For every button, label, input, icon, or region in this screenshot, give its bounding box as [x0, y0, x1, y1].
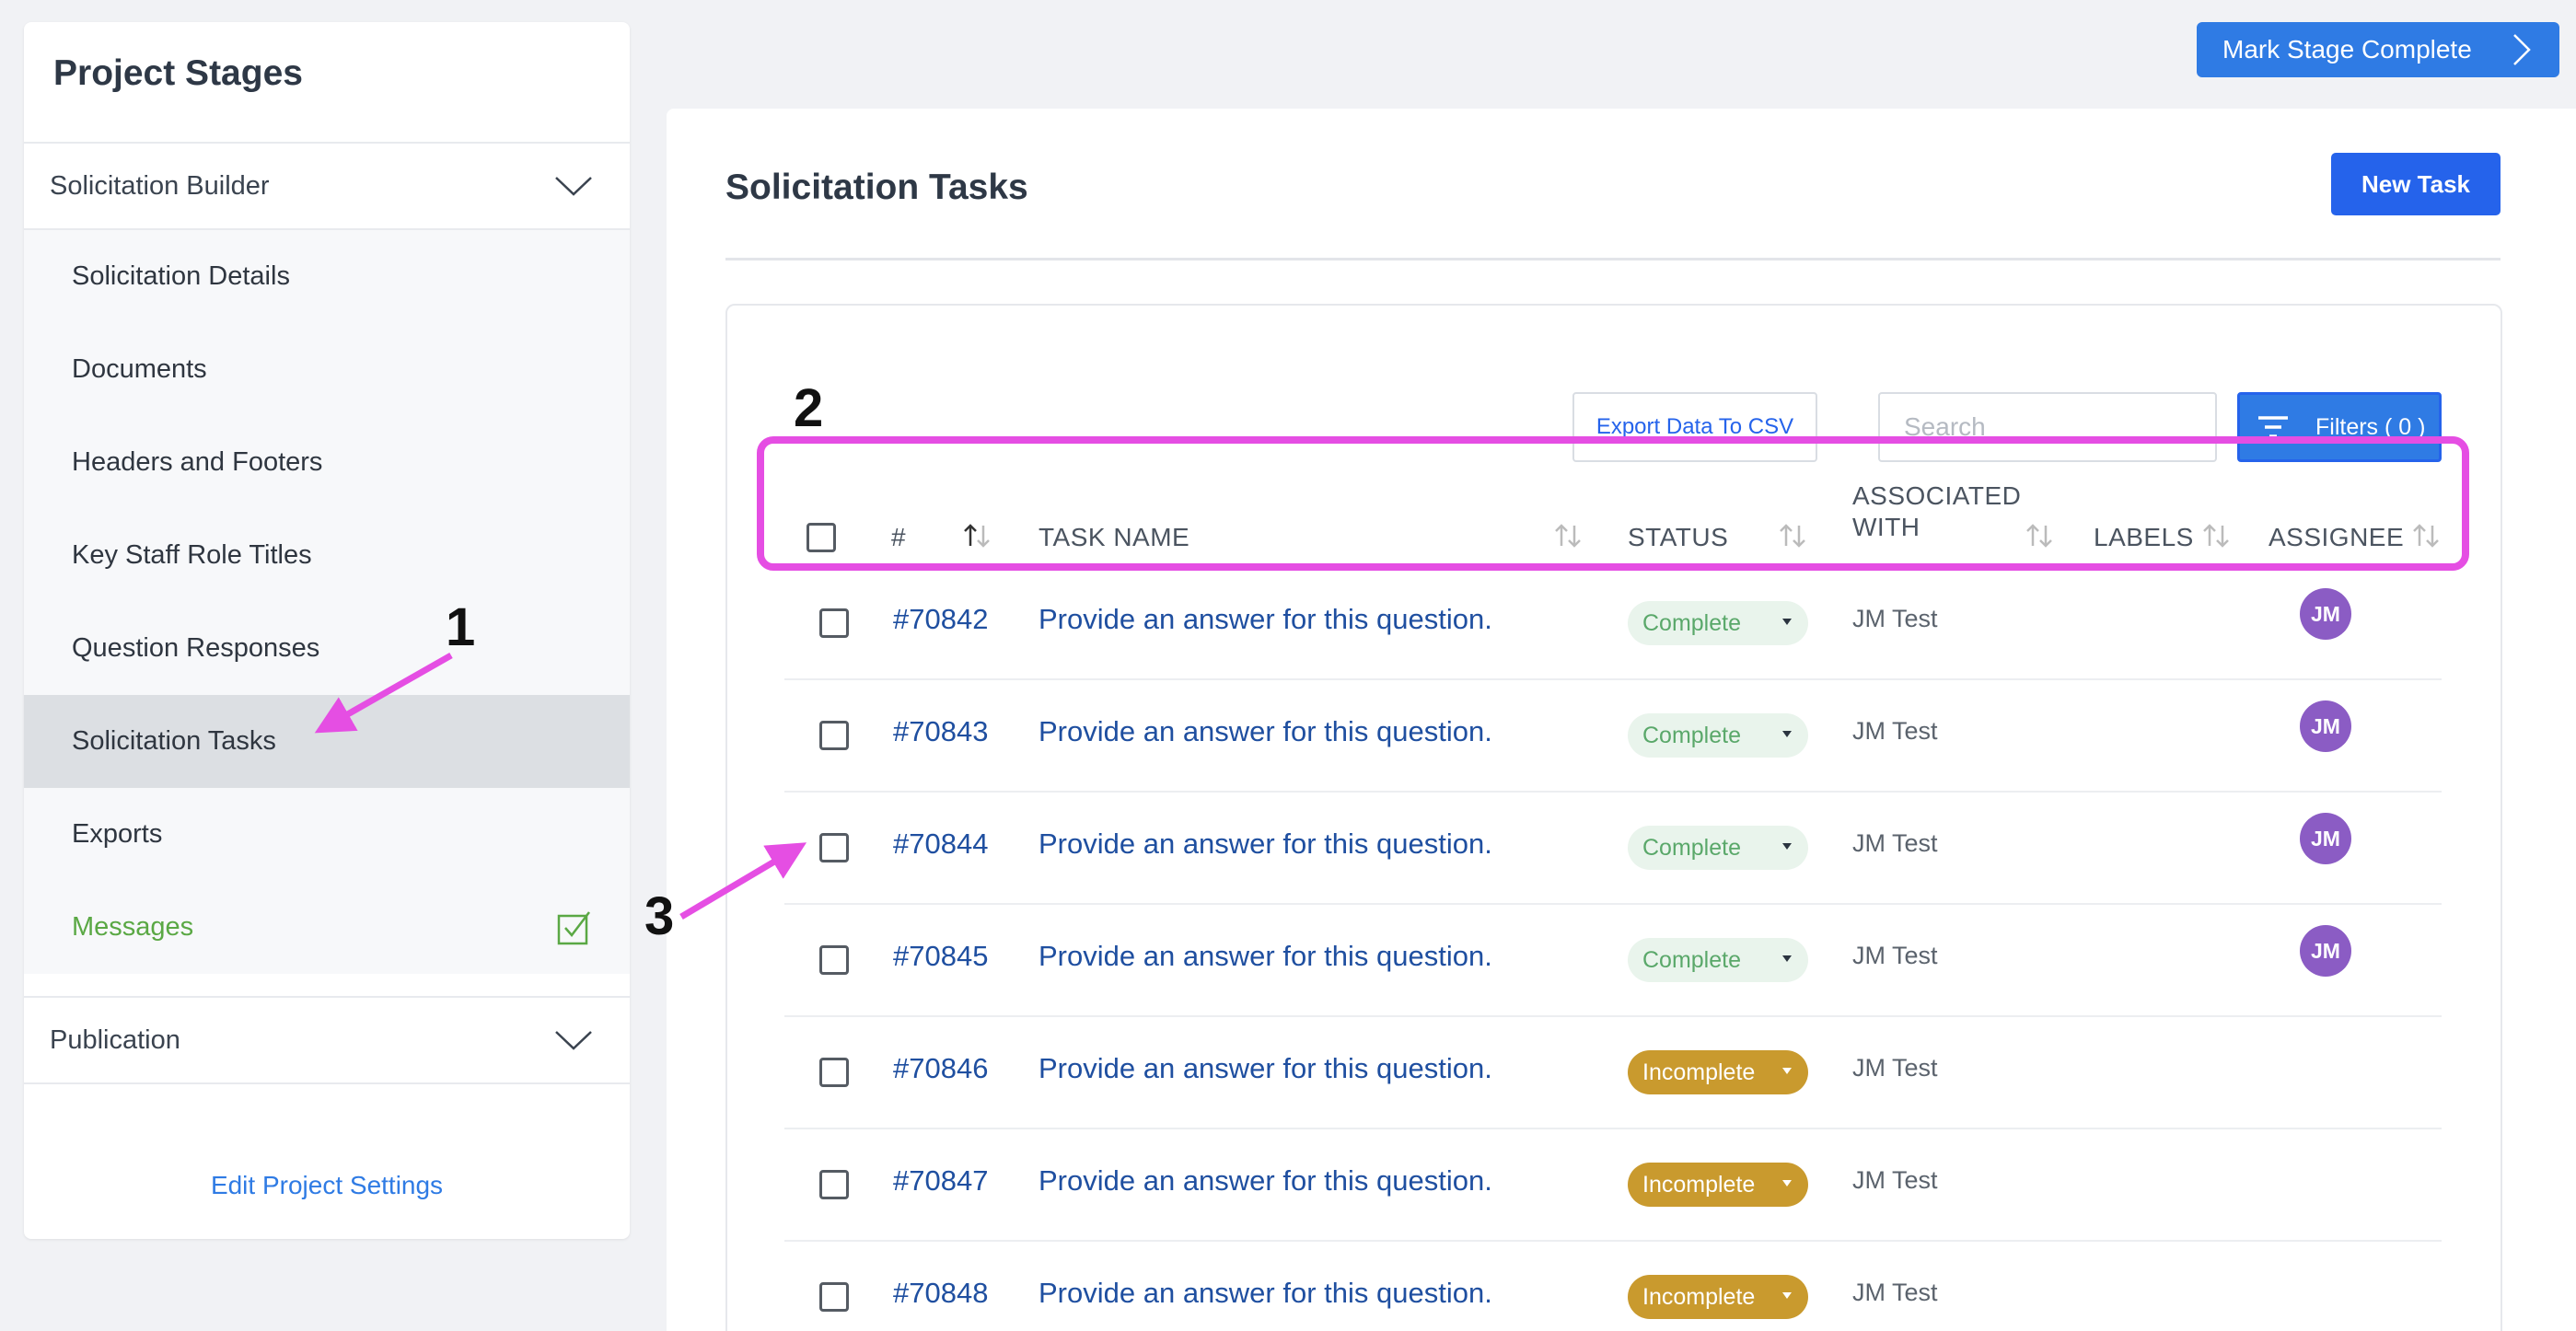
sidebar-item-label: Messages — [72, 912, 194, 942]
status-label: Complete — [1642, 834, 1741, 861]
sidebar-item-messages[interactable]: Messages — [24, 881, 630, 974]
avatar[interactable]: JM — [2300, 813, 2351, 864]
task-id-link[interactable]: #70843 — [893, 715, 988, 748]
status-dropdown[interactable]: Complete — [1628, 826, 1808, 870]
caret-down-icon — [1782, 955, 1792, 962]
edit-project-settings-link[interactable]: Edit Project Settings — [24, 1171, 630, 1200]
sidebar-item-label: Documents — [72, 354, 207, 384]
sidebar-item-question-responses[interactable]: Question Responses — [24, 602, 630, 695]
sidebar-item-solicitation-tasks[interactable]: Solicitation Tasks — [24, 695, 630, 788]
associated-with: JM Test — [1852, 605, 1938, 632]
sidebar-item-documents[interactable]: Documents — [24, 323, 630, 416]
status-dropdown[interactable]: Complete — [1628, 938, 1808, 982]
status-dropdown[interactable]: Incomplete — [1628, 1163, 1808, 1207]
checked-box-icon — [557, 910, 590, 944]
stage-label: Solicitation Builder — [50, 170, 270, 201]
task-name-link[interactable]: Provide an answer for this question. — [1039, 1164, 1492, 1198]
chevron-right-icon — [2513, 34, 2531, 65]
table-row[interactable]: #70847 Provide an answer for this questi… — [784, 1129, 2442, 1242]
row-checkbox[interactable] — [819, 608, 849, 638]
task-id-link[interactable]: #70847 — [893, 1164, 988, 1198]
caret-down-icon — [1782, 731, 1792, 737]
sidebar-item-label: Headers and Footers — [72, 447, 323, 477]
sidebar-item-label: Question Responses — [72, 633, 320, 663]
table-row[interactable]: #70845 Provide an answer for this questi… — [784, 905, 2442, 1017]
status-label: Complete — [1642, 946, 1741, 973]
chevron-down-icon — [555, 177, 592, 196]
row-checkbox[interactable] — [819, 1282, 849, 1312]
caret-down-icon — [1782, 843, 1792, 850]
task-id-link[interactable]: #70846 — [893, 1052, 988, 1085]
divider — [725, 258, 2501, 260]
table-row[interactable]: #70848 Provide an answer for this questi… — [784, 1242, 2442, 1331]
table-row[interactable]: #70846 Provide an answer for this questi… — [784, 1017, 2442, 1129]
table-row[interactable]: #70844 Provide an answer for this questi… — [784, 793, 2442, 905]
new-task-button[interactable]: New Task — [2331, 153, 2501, 215]
caret-down-icon — [1782, 1292, 1792, 1299]
task-id-link[interactable]: #70845 — [893, 940, 988, 973]
sidebar-item-solicitation-details[interactable]: Solicitation Details — [24, 230, 630, 323]
status-dropdown[interactable]: Incomplete — [1628, 1275, 1808, 1319]
sidebar-item-label: Solicitation Details — [72, 261, 290, 291]
avatar[interactable]: JM — [2300, 700, 2351, 752]
mark-stage-complete-label: Mark Stage Complete — [2222, 35, 2472, 64]
associated-with: JM Test — [1852, 1166, 1938, 1194]
task-name-link[interactable]: Provide an answer for this question. — [1039, 1277, 1492, 1310]
annotation-3: 3 — [644, 886, 675, 946]
task-name-link[interactable]: Provide an answer for this question. — [1039, 828, 1492, 861]
status-dropdown[interactable]: Complete — [1628, 713, 1808, 758]
associated-with: JM Test — [1852, 942, 1938, 969]
associated-with: JM Test — [1852, 1279, 1938, 1306]
task-name-link[interactable]: Provide an answer for this question. — [1039, 1052, 1492, 1085]
project-stages-sidebar: Project Stages Solicitation Builder Soli… — [24, 22, 630, 1239]
stage-label: Publication — [50, 1024, 180, 1055]
stage-publication[interactable]: Publication — [24, 996, 630, 1084]
task-id-link[interactable]: #70848 — [893, 1277, 988, 1310]
row-checkbox[interactable] — [819, 1058, 849, 1087]
task-name-link[interactable]: Provide an answer for this question. — [1039, 603, 1492, 636]
table-row[interactable]: #70842 Provide an answer for this questi… — [784, 568, 2442, 680]
associated-with: JM Test — [1852, 717, 1938, 745]
status-dropdown[interactable]: Complete — [1628, 601, 1808, 645]
associated-with: JM Test — [1852, 1054, 1938, 1082]
stage-items-list: Solicitation Details Documents Headers a… — [24, 230, 630, 974]
row-checkbox[interactable] — [819, 833, 849, 862]
caret-down-icon — [1782, 1180, 1792, 1186]
status-label: Complete — [1642, 609, 1741, 636]
row-checkbox[interactable] — [819, 721, 849, 750]
annotation-1: 1 — [446, 597, 476, 657]
status-dropdown[interactable]: Incomplete — [1628, 1050, 1808, 1094]
status-label: Incomplete — [1642, 1283, 1756, 1310]
row-checkbox[interactable] — [819, 945, 849, 975]
sidebar-item-label: Exports — [72, 819, 163, 849]
row-checkbox[interactable] — [819, 1170, 849, 1199]
table-row[interactable]: #70843 Provide an answer for this questi… — [784, 680, 2442, 793]
task-name-link[interactable]: Provide an answer for this question. — [1039, 715, 1492, 748]
sidebar-item-headers-footers[interactable]: Headers and Footers — [24, 416, 630, 509]
status-label: Incomplete — [1642, 1059, 1756, 1085]
task-id-link[interactable]: #70844 — [893, 828, 988, 861]
sidebar-item-key-staff-role-titles[interactable]: Key Staff Role Titles — [24, 509, 630, 602]
status-label: Incomplete — [1642, 1171, 1756, 1198]
sidebar-item-label: Key Staff Role Titles — [72, 540, 312, 570]
avatar[interactable]: JM — [2300, 925, 2351, 977]
task-id-link[interactable]: #70842 — [893, 603, 988, 636]
main-panel: Solicitation Tasks New Task Export Data … — [667, 109, 2576, 1331]
status-label: Complete — [1642, 722, 1741, 748]
task-name-link[interactable]: Provide an answer for this question. — [1039, 940, 1492, 973]
sidebar-item-label: Solicitation Tasks — [72, 726, 276, 756]
chevron-down-icon — [555, 1031, 592, 1050]
caret-down-icon — [1782, 1068, 1792, 1074]
avatar[interactable]: JM — [2300, 588, 2351, 640]
sidebar-item-exports[interactable]: Exports — [24, 788, 630, 881]
stage-solicitation-builder[interactable]: Solicitation Builder — [24, 142, 630, 230]
page-title: Solicitation Tasks — [725, 168, 1028, 207]
sidebar-title: Project Stages — [53, 53, 303, 93]
associated-with: JM Test — [1852, 829, 1938, 857]
annotation-2: 2 — [794, 378, 824, 438]
mark-stage-complete-button[interactable]: Mark Stage Complete — [2197, 22, 2559, 77]
caret-down-icon — [1782, 619, 1792, 625]
header-highlight-box — [757, 436, 2469, 571]
